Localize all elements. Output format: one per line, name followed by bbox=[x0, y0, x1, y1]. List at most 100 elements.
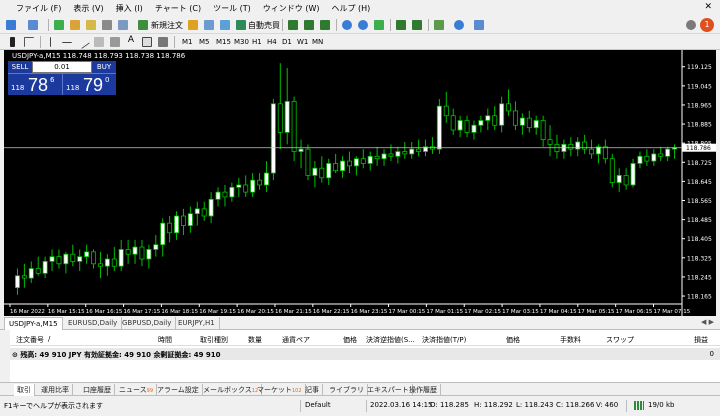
chart-tab-eurusd[interactable]: EURUSD,Daily bbox=[64, 317, 123, 330]
tab-scroll-arrows-icon[interactable]: ◀ ▶ bbox=[701, 318, 714, 326]
buy-price-button[interactable]: 118 79 0 bbox=[62, 73, 116, 95]
auto-scroll-icon[interactable] bbox=[394, 18, 408, 32]
term-tab-alerts[interactable]: アラーム設定 bbox=[154, 384, 203, 396]
auto-trading-button[interactable]: 自動売買 bbox=[248, 20, 280, 31]
candle-body bbox=[319, 167, 325, 179]
menu-tools[interactable]: ツール (T) bbox=[213, 3, 251, 14]
timeframe-w1[interactable]: W1 bbox=[295, 35, 310, 49]
term-tab-market[interactable]: マーケット102 bbox=[254, 384, 306, 396]
metaeditor-icon[interactable] bbox=[186, 18, 200, 32]
equidistant-channel-icon[interactable] bbox=[92, 35, 106, 49]
trendline-icon[interactable] bbox=[76, 35, 90, 49]
timeframe-m15[interactable]: M15 bbox=[214, 35, 233, 49]
term-tab-label: エキスパート bbox=[367, 386, 409, 394]
sell-button[interactable]: SELL bbox=[8, 61, 32, 73]
term-tab-journal[interactable]: 操作履歴 bbox=[406, 384, 441, 396]
candle-body bbox=[402, 151, 408, 155]
lot-size-input[interactable]: 0.01 bbox=[32, 61, 92, 73]
timeframe-d1[interactable]: D1 bbox=[280, 35, 294, 49]
sell-price-button[interactable]: 118 78 6 bbox=[8, 73, 62, 95]
chart-tab-gbpusd[interactable]: GBPUSD,Daily bbox=[118, 317, 177, 330]
line-chart-icon[interactable] bbox=[318, 18, 332, 32]
zoom-in-icon[interactable] bbox=[340, 18, 354, 32]
menu-insert[interactable]: 挿入 (I) bbox=[116, 3, 143, 14]
search-icon[interactable] bbox=[684, 18, 698, 32]
terminal-icon[interactable] bbox=[100, 18, 114, 32]
market-watch-icon[interactable] bbox=[52, 18, 66, 32]
tile-windows-icon[interactable] bbox=[372, 18, 386, 32]
buy-button[interactable]: BUY bbox=[92, 61, 116, 73]
menu-view[interactable]: 表示 (V) bbox=[73, 3, 103, 14]
bar-chart-icon[interactable] bbox=[286, 18, 300, 32]
term-tab-history[interactable]: 口座履歴 bbox=[80, 384, 115, 396]
fibonacci-icon[interactable] bbox=[108, 35, 122, 49]
term-tab-articles[interactable]: 記事 bbox=[302, 384, 323, 396]
col-price2[interactable]: 価格 bbox=[506, 335, 520, 345]
new-order-icon[interactable] bbox=[136, 18, 150, 32]
text-icon[interactable]: A bbox=[124, 35, 138, 49]
chart-tab-usdjpy[interactable]: USDJPY-a,M15 bbox=[4, 317, 63, 330]
term-tab-exposure[interactable]: 運用比率 bbox=[38, 384, 73, 396]
menu-file[interactable]: ファイル (F) bbox=[16, 3, 61, 14]
menu-window[interactable]: ウィンドウ (W) bbox=[263, 3, 320, 14]
menu-chart[interactable]: チャート (C) bbox=[155, 3, 201, 14]
templates-icon[interactable] bbox=[472, 18, 486, 32]
candle-body bbox=[644, 155, 650, 162]
vps-icon[interactable] bbox=[218, 18, 232, 32]
status-profile[interactable]: Default bbox=[305, 401, 331, 409]
term-tab-library[interactable]: ライブラリ bbox=[326, 384, 368, 396]
horizontal-line-icon[interactable] bbox=[60, 35, 74, 49]
col-tp[interactable]: 決済指値(T/P) bbox=[422, 335, 466, 345]
timeframe-m5[interactable]: M5 bbox=[197, 35, 212, 49]
candle-body bbox=[243, 184, 249, 193]
col-profit[interactable]: 損益 bbox=[694, 335, 708, 345]
timeframe-m30[interactable]: M30 bbox=[232, 35, 251, 49]
col-sl[interactable]: 決済逆指値(S... bbox=[366, 335, 415, 345]
col-price[interactable]: 価格 bbox=[343, 335, 357, 345]
col-pair[interactable]: 通貨ペア bbox=[282, 335, 310, 345]
candle-body bbox=[602, 146, 608, 160]
periods-icon[interactable] bbox=[452, 18, 466, 32]
timeframe-mn[interactable]: MN bbox=[310, 35, 325, 49]
navigator-icon[interactable] bbox=[84, 18, 98, 32]
chart-window[interactable]: 119.125119.045118.965118.885118.805118.7… bbox=[0, 50, 720, 316]
col-sort-icon[interactable]: / bbox=[48, 335, 50, 343]
candle-body bbox=[374, 155, 380, 160]
indicators-icon[interactable] bbox=[432, 18, 446, 32]
col-type[interactable]: 取引種別 bbox=[200, 335, 228, 345]
notification-badge[interactable]: 1 bbox=[700, 18, 714, 32]
term-tab-mailbox[interactable]: メールボックス12 bbox=[200, 384, 263, 396]
candlestick-icon[interactable] bbox=[302, 18, 316, 32]
timeframe-m1[interactable]: M1 bbox=[180, 35, 195, 49]
col-qty[interactable]: 数量 bbox=[248, 335, 262, 345]
sell-price-pip: 6 bbox=[50, 76, 55, 84]
col-time[interactable]: 時間 bbox=[158, 335, 172, 345]
term-tab-trade[interactable]: 取引 bbox=[14, 384, 35, 396]
col-swap[interactable]: スワップ bbox=[606, 335, 634, 345]
vertical-line-icon[interactable] bbox=[44, 35, 58, 49]
signals-icon[interactable] bbox=[202, 18, 216, 32]
timeframe-h1[interactable]: H1 bbox=[250, 35, 264, 49]
arrows-icon[interactable] bbox=[156, 35, 170, 49]
chart-shift-icon[interactable] bbox=[410, 18, 424, 32]
crosshair-icon[interactable] bbox=[22, 35, 36, 49]
close-window-icon[interactable]: ✕ bbox=[704, 2, 712, 12]
term-tab-news[interactable]: ニュース99 bbox=[116, 384, 158, 396]
x-tick-label: 16 Mar 15:15 bbox=[48, 309, 85, 315]
new-chart-icon[interactable] bbox=[4, 18, 18, 32]
chart-tab-eurjpy[interactable]: EURJPY,H1 bbox=[174, 317, 220, 330]
profiles-icon[interactable] bbox=[26, 18, 40, 32]
timeframe-h4[interactable]: H4 bbox=[265, 35, 279, 49]
menu-help[interactable]: ヘルプ (H) bbox=[331, 3, 370, 14]
data-window-icon[interactable] bbox=[68, 18, 82, 32]
strategy-tester-icon[interactable] bbox=[116, 18, 130, 32]
col-order[interactable]: 注文番号 bbox=[16, 335, 44, 345]
zoom-out-icon[interactable] bbox=[356, 18, 370, 32]
col-commission[interactable]: 手数料 bbox=[560, 335, 581, 345]
text-label-icon[interactable] bbox=[140, 35, 154, 49]
cursor-icon[interactable] bbox=[6, 35, 20, 49]
new-order-button[interactable]: 新規注文 bbox=[151, 20, 183, 31]
candle-body bbox=[35, 268, 41, 274]
balance-row[interactable]: ⊙ 残高: 49 910 JPY 有効証拠金: 49 910 余剰証拠金: 49… bbox=[10, 348, 720, 360]
auto-trading-icon[interactable] bbox=[234, 18, 248, 32]
